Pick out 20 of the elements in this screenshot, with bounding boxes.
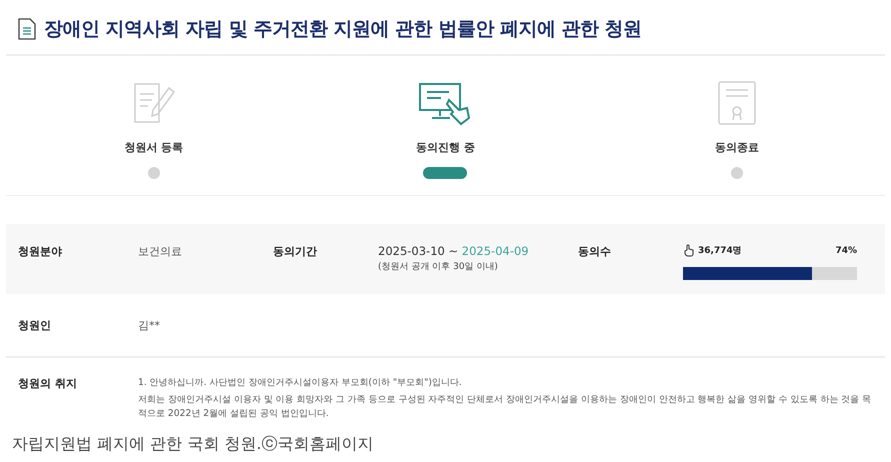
step-label: 동의진행 중 (416, 140, 475, 155)
step-label: 청원서 등록 (124, 140, 184, 155)
petitioner-label: 청원인 (18, 318, 52, 332)
petitioner-value: 김** (138, 318, 161, 332)
agree-count: 36,774명 (698, 245, 742, 257)
purpose-paragraph: 1. 안녕하십니까. 사단법인 장애인거주시설이용자 부모회(이하 "부모회")입니다. (138, 376, 463, 390)
document-icon (18, 18, 36, 40)
thumb-up-icon (683, 244, 695, 257)
step-label: 동의종료 (715, 140, 760, 155)
period-label: 동의기간 (273, 244, 318, 259)
field-label: 청원분야 (18, 244, 63, 259)
agree-percent: 74% (835, 246, 857, 256)
image-caption: 자립지원법 폐지에 관한 국회 청원.ⓒ국회홈페이지 (12, 434, 374, 455)
purpose-paragraph: 저희는 장애인거주시설 이용자 및 이용 희망자와 그 가족 등으로 구성된 자주적인 단체로서 장애인거주시설을 이용하는 장애인이 안전하고 행복한 삶을 영위할 수 있도록 하는 것을 목적으로 2022년 2월에 설립된 공익 법인입니다. (138, 393, 872, 421)
field-value: 보건의료 (138, 244, 183, 259)
period-note: (청원서 공개 이후 30일 이내) (378, 261, 499, 273)
count-label: 동의수 (578, 244, 612, 259)
page-title: 장애인 지역사회 자립 및 주거전환 지원에 관한 법률안 폐지에 관한 청원 (44, 17, 642, 42)
purpose-label: 청원의 취지 (18, 376, 78, 392)
period-dates: 2025-03-10 ~ 2025-04-09 (378, 244, 530, 258)
